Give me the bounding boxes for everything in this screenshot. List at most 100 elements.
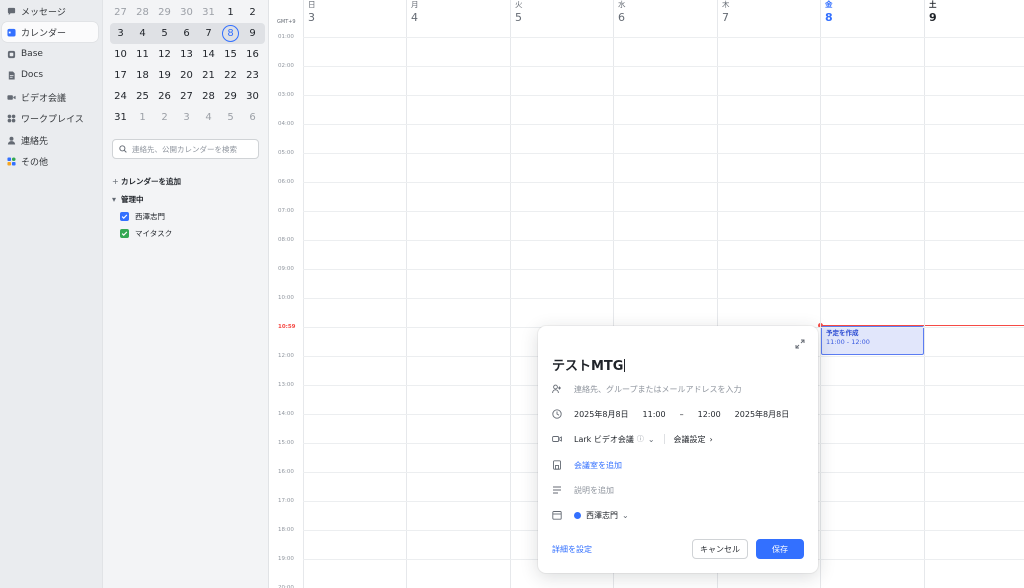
more-details-link[interactable]: 詳細を設定 — [552, 544, 592, 555]
mini-calendar-day[interactable]: 23 — [242, 65, 263, 86]
event-title-text: テストMTG — [552, 359, 624, 374]
mini-calendar-day[interactable]: 4 — [132, 23, 153, 44]
mini-calendar-day[interactable]: 2 — [242, 2, 263, 23]
meeting-settings-link[interactable]: 会議設定 › — [674, 434, 713, 445]
mini-calendar-day[interactable]: 6 — [242, 107, 263, 128]
video-meeting-select[interactable]: Lark ビデオ会議 ⓘ ⌄ — [574, 434, 655, 445]
mini-calendar-day[interactable]: 19 — [154, 65, 175, 86]
mini-calendar-day[interactable]: 9 — [242, 23, 263, 44]
mini-calendar-day[interactable]: 4 — [198, 107, 219, 128]
nav-item-docs[interactable]: Docs — [2, 65, 98, 85]
chevron-down-icon: ⌄ — [622, 510, 629, 520]
mini-calendar-day[interactable]: 17 — [110, 65, 131, 86]
mini-calendar-day[interactable]: 27 — [176, 86, 197, 107]
mini-calendar-day[interactable]: 31 — [198, 2, 219, 23]
mini-calendar-day[interactable]: 22 — [220, 65, 241, 86]
draft-event-block[interactable]: 予定を作成 11:00 - 12:00 — [821, 326, 924, 355]
datetime-row[interactable]: 2025年8月8日 11:00 – 12:00 2025年8月8日 — [552, 407, 789, 421]
mini-calendar-day[interactable]: 29 — [220, 86, 241, 107]
day-header[interactable]: 木7 — [717, 0, 730, 30]
mini-calendar-day[interactable]: 31 — [110, 107, 131, 128]
mini-calendar-day[interactable]: 30 — [176, 2, 197, 23]
end-date[interactable]: 2025年8月8日 — [735, 409, 790, 420]
cancel-button[interactable]: キャンセル — [692, 539, 748, 559]
day-header[interactable]: 月4 — [406, 0, 419, 30]
mini-calendar-day[interactable]: 28 — [132, 2, 153, 23]
mini-calendar-day[interactable]: 1 — [220, 2, 241, 23]
mini-calendar-day[interactable]: 20 — [176, 65, 197, 86]
nav-item-contacts[interactable]: 連絡先 — [2, 130, 98, 150]
mini-calendar-week: 17 18 19 20 21 22 23 — [110, 65, 265, 86]
mini-calendar-day[interactable]: 28 — [198, 86, 219, 107]
mini-calendar-day[interactable]: 26 — [154, 86, 175, 107]
nav-item-video-meetings[interactable]: ビデオ会議 — [2, 87, 98, 107]
day-column-divider — [303, 0, 304, 588]
hour-label: 06:00 — [278, 179, 294, 185]
mini-calendar-day[interactable]: 14 — [198, 44, 219, 65]
add-room-link[interactable]: 会議室を追加 — [574, 460, 622, 471]
mini-calendar-day[interactable]: 12 — [154, 44, 175, 65]
checkbox-checked-icon[interactable] — [120, 212, 129, 221]
mini-calendar-day[interactable]: 6 — [176, 23, 197, 44]
nav-item-calendar[interactable]: カレンダー — [2, 22, 98, 42]
search-input[interactable] — [132, 144, 258, 154]
mini-calendar-day[interactable]: 5 — [220, 107, 241, 128]
save-button[interactable]: 保存 — [756, 539, 804, 559]
day-header[interactable]: 日3 — [303, 0, 316, 30]
mini-calendar-day[interactable]: 1 — [132, 107, 153, 128]
mini-calendar-day[interactable]: 27 — [110, 2, 131, 23]
checkbox-checked-icon[interactable] — [120, 229, 129, 238]
mini-calendar-day[interactable]: 30 — [242, 86, 263, 107]
mini-calendar-day[interactable]: 24 — [110, 86, 131, 107]
day-header[interactable]: 水6 — [613, 0, 626, 30]
event-title-input[interactable]: テストMTG — [552, 355, 626, 374]
description-row[interactable]: 説明を追加 — [552, 483, 614, 497]
mini-calendar-day[interactable]: 5 — [154, 23, 175, 44]
day-number: 29 — [158, 7, 171, 18]
day-header[interactable]: 土9 — [924, 0, 937, 30]
end-time[interactable]: 12:00 — [698, 410, 721, 419]
calendar-item-my-tasks[interactable]: マイタスク — [120, 228, 172, 239]
mini-calendar-day[interactable]: 7 — [198, 23, 219, 44]
day-header-today[interactable]: 金8 — [820, 0, 833, 30]
mini-calendar-day[interactable]: 21 — [198, 65, 219, 86]
mini-calendar-day[interactable]: 3 — [110, 23, 131, 44]
mini-calendar-day[interactable]: 11 — [132, 44, 153, 65]
mini-calendar-day[interactable]: 18 — [132, 65, 153, 86]
event-title: 予定を作成 — [826, 329, 859, 337]
mini-calendar-today[interactable]: 8 — [220, 23, 241, 44]
mini-calendar-day[interactable]: 3 — [176, 107, 197, 128]
managed-section-toggle[interactable]: ▾ 管理中 — [112, 194, 144, 205]
add-calendar-button[interactable]: + カレンダーを追加 — [112, 176, 181, 187]
day-header[interactable]: 火5 — [510, 0, 523, 30]
mini-calendar-day[interactable]: 25 — [132, 86, 153, 107]
calendar-item-owner[interactable]: 西澤志門 — [120, 211, 165, 222]
mini-calendar-day[interactable]: 15 — [220, 44, 241, 65]
guests-row[interactable]: 連絡先、グループまたはメールアドレスを入力 — [552, 382, 742, 396]
nav-item-messages[interactable]: メッセージ — [2, 1, 98, 21]
calendar-item-label: マイタスク — [135, 229, 173, 238]
person-icon — [7, 136, 16, 145]
calendar-owner-row[interactable]: 西澤志門 ⌄ — [552, 508, 629, 522]
nav-item-base[interactable]: Base — [2, 44, 98, 64]
nav-item-workplace[interactable]: ワークプレイス — [2, 108, 98, 128]
calendar-select-icon — [552, 510, 562, 520]
expand-icon[interactable] — [795, 334, 805, 349]
day-number: 5 — [227, 112, 234, 123]
day-number: 3 — [117, 28, 124, 39]
mini-calendar-day[interactable]: 13 — [176, 44, 197, 65]
mini-calendar-day[interactable]: 29 — [154, 2, 175, 23]
info-icon[interactable]: ⓘ — [637, 434, 644, 444]
mini-calendar-day[interactable]: 10 — [110, 44, 131, 65]
mini-calendar-selected-week: 3 4 5 6 789 — [110, 23, 265, 44]
nav-item-label: カレンダー — [21, 28, 67, 39]
room-row[interactable]: 会議室を追加 — [552, 458, 622, 472]
start-date[interactable]: 2025年8月8日 — [574, 409, 629, 420]
mini-calendar-day[interactable]: 2 — [154, 107, 175, 128]
nav-item-more[interactable]: その他 — [2, 151, 98, 171]
start-time[interactable]: 11:00 — [643, 410, 666, 419]
hour-gridline — [303, 269, 1024, 270]
day-column-divider — [820, 0, 821, 588]
search-box[interactable] — [112, 139, 259, 159]
mini-calendar-day[interactable]: 16 — [242, 44, 263, 65]
